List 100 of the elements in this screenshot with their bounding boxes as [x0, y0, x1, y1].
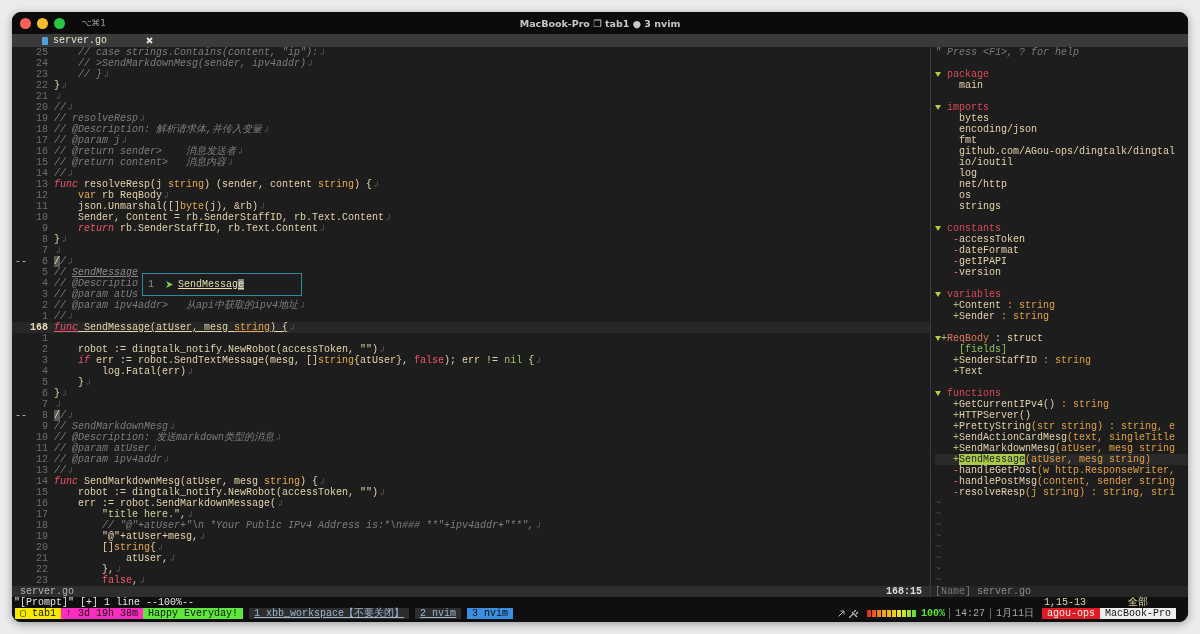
code-line: "title here.",: [101, 509, 187, 520]
line-number: 15: [36, 487, 48, 498]
struct-header[interactable]: +ReqBody : struct: [941, 333, 1044, 344]
line-number: 20: [36, 102, 48, 113]
filler-line: ~: [935, 531, 941, 542]
line-number: 2: [42, 300, 48, 311]
session-name: agou-ops: [1041, 608, 1100, 619]
window-tab[interactable]: 1 xbb_workspace【不要关闭】: [249, 608, 410, 619]
code-line: // @param ipv4addr: [54, 454, 163, 465]
line-number: 8: [42, 410, 48, 421]
caret-icon[interactable]: [935, 390, 941, 397]
outline-item[interactable]: +GetCurrentIPv4() : string: [953, 399, 1110, 410]
status-segment: ▢ tab1: [15, 608, 62, 619]
line-number: 11: [36, 443, 48, 454]
file-name: server.go: [977, 586, 1032, 597]
outline-section[interactable]: functions: [947, 388, 1001, 399]
outline-item[interactable]: +SendMarkdownMesg(atUser, mesg string: [953, 443, 1176, 454]
zoom-button[interactable]: [54, 17, 65, 29]
close-button[interactable]: [20, 17, 31, 29]
outline-item[interactable]: +SendActionCardMesg(text, singleTitle: [953, 432, 1176, 443]
outline-item[interactable]: -resolveResp(j string) : string, stri: [953, 487, 1176, 498]
outline-item[interactable]: +SenderStaffID : string: [953, 355, 1092, 366]
caret-icon[interactable]: [935, 225, 941, 232]
caret-icon[interactable]: [935, 71, 941, 78]
minimize-button[interactable]: [37, 17, 48, 29]
item-index: 1: [148, 279, 154, 290]
line-number: 18: [36, 124, 48, 135]
line-number: 9: [42, 421, 48, 432]
line-number: 23: [36, 69, 48, 80]
outline-item[interactable]: +Content : string: [953, 300, 1056, 311]
arrow-icon: [837, 610, 845, 617]
code-line: }: [54, 234, 60, 245]
outline-section[interactable]: variables: [947, 289, 1001, 300]
code-line: json.Unmarshal([]byte(j), &rb): [77, 201, 259, 212]
outline-section[interactable]: imports: [947, 102, 989, 113]
outline-item[interactable]: fmt: [959, 135, 977, 146]
outline-item[interactable]: github.com/AGou-ops/dingtalk/dingtal: [959, 146, 1176, 157]
outline-item[interactable]: -version: [953, 267, 1002, 278]
window-tab[interactable]: 3 nvim: [467, 608, 514, 619]
code-line: // "@"+atUser+"\n *Your Public IPv4 Address is:*\n### **"+ipv4addr+"**",: [101, 520, 535, 531]
caret-icon[interactable]: [935, 104, 941, 111]
line-number: 8: [42, 234, 48, 245]
status-segment: Happy Everyday!: [143, 608, 244, 619]
outline-item[interactable]: encoding/json: [959, 124, 1037, 135]
line-number: 16: [36, 146, 48, 157]
line-number: 13: [36, 179, 48, 190]
file-tab[interactable]: server.go: [42, 35, 153, 46]
code-line: // @return content> 消息内容: [54, 157, 227, 168]
line-number: 7: [42, 245, 48, 256]
code-line: []string{: [101, 542, 157, 553]
code-line: func SendMarkdownMesg(atUser, mesg string) {: [54, 476, 319, 487]
code-line: if err := robot.SendTextMessage(mesg, []string{atUser}, false); err != nil {: [77, 355, 535, 366]
outline-item[interactable]: os: [959, 190, 971, 201]
line-number: 5: [42, 267, 48, 278]
outline-item[interactable]: +PrettyString(str string) : string, e: [953, 421, 1176, 432]
code-line: "@"+atUser+mesg,: [101, 531, 199, 542]
filler-line: ~: [935, 575, 941, 586]
line-number: 22: [36, 564, 48, 575]
outline-section[interactable]: package: [947, 69, 989, 80]
line-number: 23: [36, 575, 48, 586]
caret-icon[interactable]: [935, 291, 941, 298]
window-tab[interactable]: 2 nvim: [415, 608, 462, 619]
completion-item[interactable]: SendMessage: [178, 279, 245, 290]
outline-item[interactable]: -handlePostMsg(content, sender string: [953, 476, 1176, 487]
outline-item[interactable]: +HTTPServer(): [953, 410, 1032, 421]
line-number: 13: [36, 465, 48, 476]
caret-icon[interactable]: [935, 335, 941, 342]
outline-item[interactable]: log: [959, 168, 977, 179]
line-number: 1: [42, 311, 48, 322]
outline-item[interactable]: +Text: [953, 366, 984, 377]
filler-line: ~: [935, 509, 941, 520]
line-number: 4: [42, 278, 48, 289]
code-line: // >SendMarkdownMesg(sender, ipv4addr): [77, 58, 307, 69]
outline-item[interactable]: net/http: [959, 179, 1007, 190]
filler-line: ~: [935, 520, 941, 531]
outline-item[interactable]: bytes: [959, 113, 989, 124]
outline-item[interactable]: main: [959, 80, 983, 91]
line-number: 5: [42, 377, 48, 388]
filler-line: ~: [935, 564, 941, 575]
close-icon[interactable]: [146, 37, 153, 44]
outline-item[interactable]: -dateFormat: [953, 245, 1020, 256]
scroll-indicator: 全部: [1128, 597, 1148, 608]
outline-item[interactable]: io/ioutil: [959, 157, 1013, 168]
outline-item[interactable]: +Sender : string: [953, 311, 1050, 322]
outline-item[interactable]: -getIPAPI: [953, 256, 1008, 267]
outline-item[interactable]: -accessToken: [953, 234, 1026, 245]
outline-item[interactable]: strings: [959, 201, 1001, 212]
code-line: // case strings.Contains(content, "ip"):: [77, 47, 319, 58]
code-line: // @Descriptio: [54, 278, 138, 289]
line-number: 19: [36, 531, 48, 542]
window-shortcut: ⌥⌘1: [81, 17, 107, 29]
line-number: 4: [42, 366, 48, 377]
code-line: robot := dingtalk_notify.NewRobot(accessToken, ""): [77, 487, 379, 498]
line-number: 12: [36, 454, 48, 465]
code-line: atUser,: [125, 553, 169, 564]
code-line: // @param atUser: [54, 443, 150, 454]
outline-item[interactable]: -handleGetPost(w http.ResponseWriter,: [953, 465, 1176, 476]
line-number: 17: [36, 509, 48, 520]
outline-section[interactable]: constants: [947, 223, 1001, 234]
code-line: //: [54, 102, 66, 113]
